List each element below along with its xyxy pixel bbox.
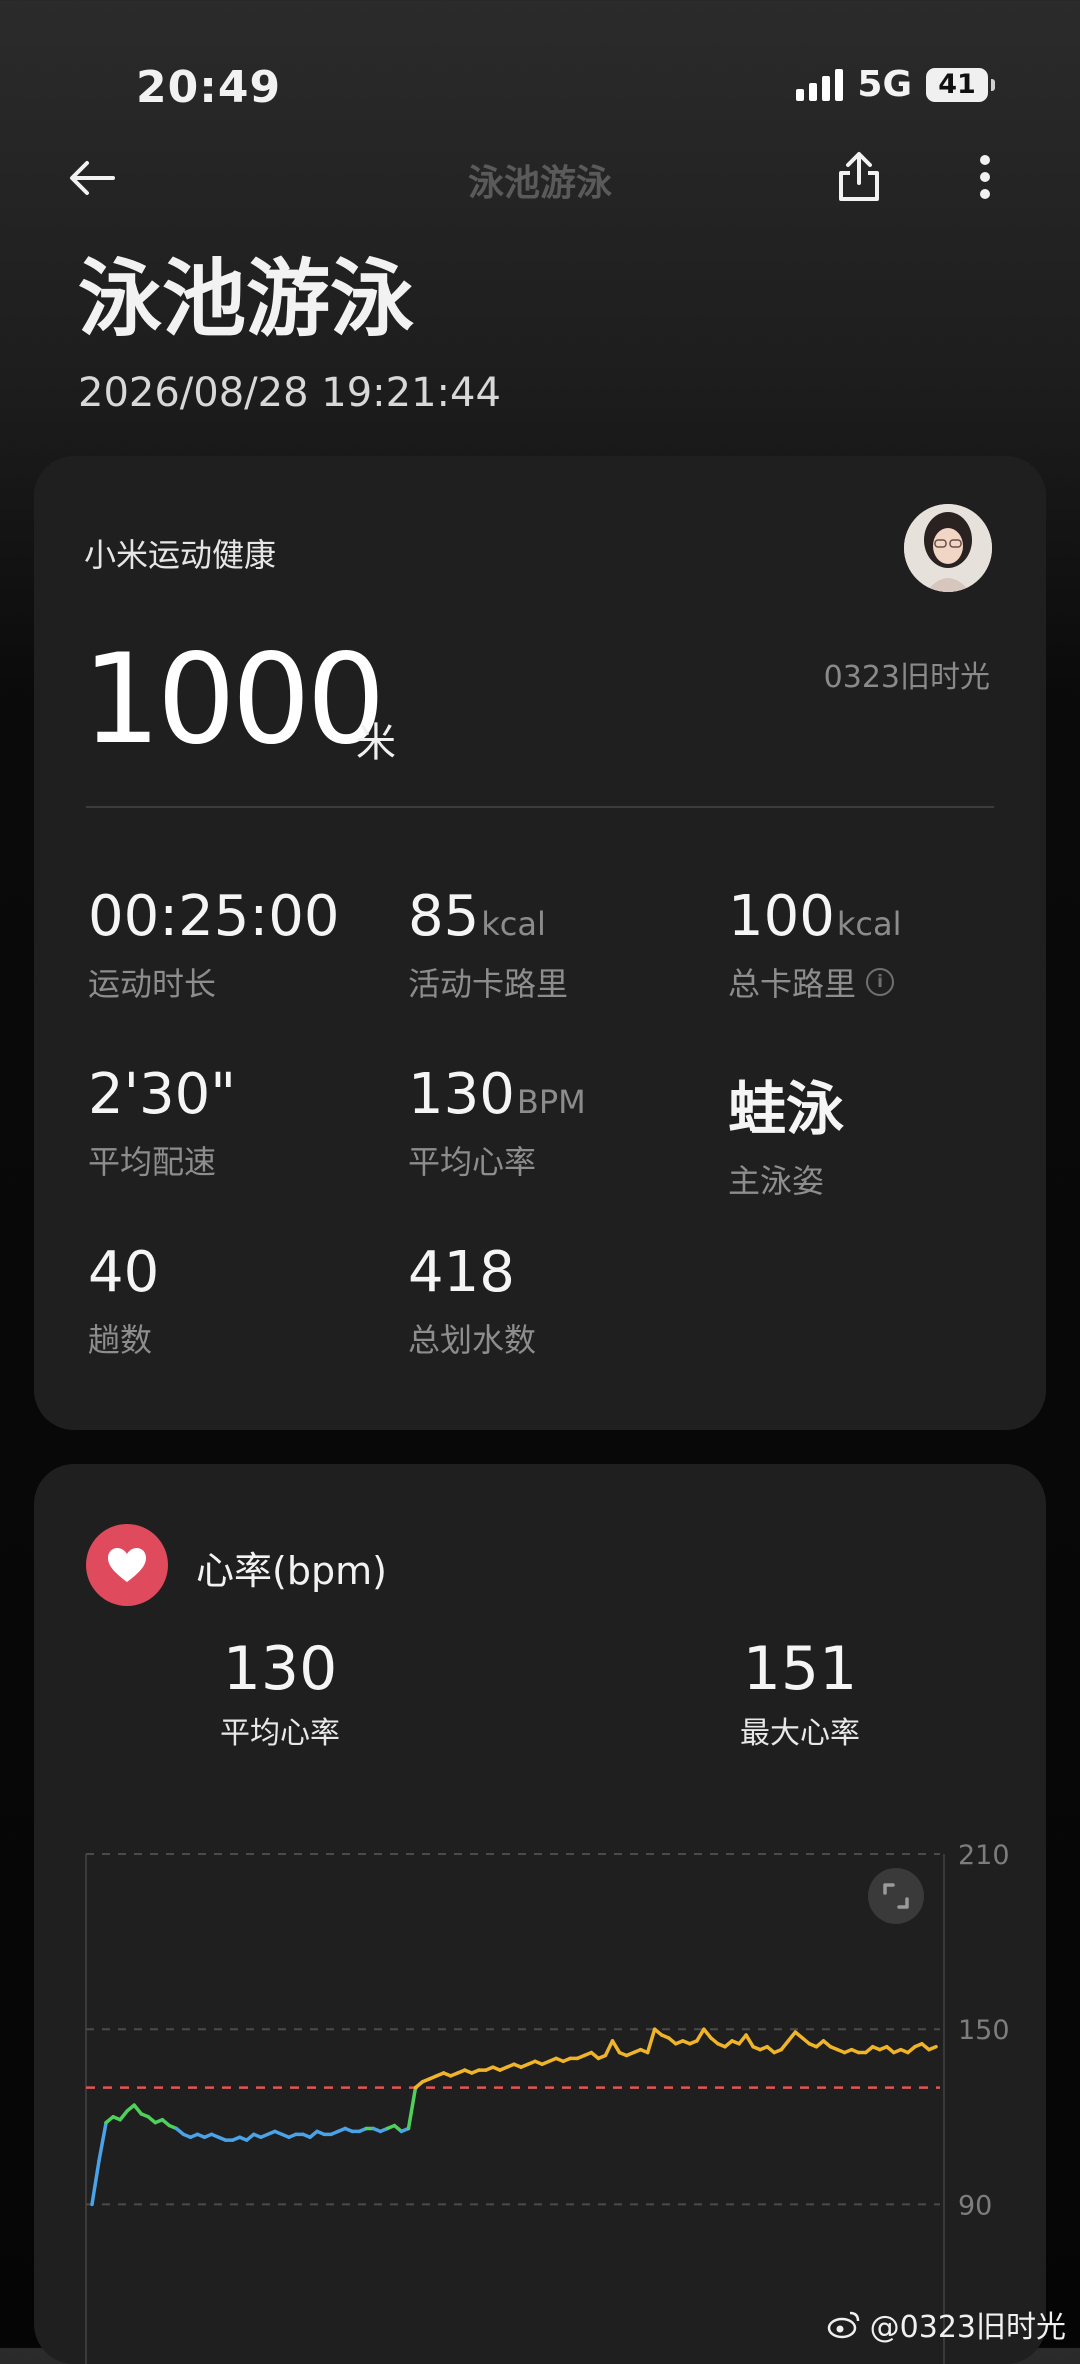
stat-active-calories: 85kcal 活动卡路里 xyxy=(408,884,708,1005)
watermark-text: @0323旧时光 xyxy=(869,2310,1066,2345)
heart-rate-card: 心率(bpm) 130 平均心率 151 最大心率 210 150 90 xyxy=(34,1464,1046,2364)
stat-value: 2'30" xyxy=(88,1062,237,1127)
signal-icon xyxy=(796,68,844,101)
chart-series-segment xyxy=(695,2027,706,2043)
stat-unit: BPM xyxy=(516,1083,586,1121)
stat-main-stroke: 蛙泳 主泳姿 xyxy=(728,1062,1028,1202)
stat-unit: kcal xyxy=(481,905,546,943)
distance-unit: 米 xyxy=(356,720,396,766)
chart-series-segment xyxy=(603,2039,615,2058)
stat-value: 130BPM xyxy=(408,1062,586,1127)
status-indicators: 5G 41 xyxy=(796,64,995,105)
watermark-tag: 0323旧时光 xyxy=(823,660,990,695)
chart-series-segment xyxy=(97,2120,108,2163)
stat-duration: 00:25:00 运动时长 xyxy=(88,884,388,1005)
stat-avg-pace: 2'30" 平均配速 xyxy=(88,1062,388,1183)
chart-tick-label: 150 xyxy=(958,2015,1010,2046)
chart-series-segment xyxy=(610,2039,622,2055)
chart-tick-label: 90 xyxy=(958,2190,992,2221)
app-name: 小米运动健康 xyxy=(84,536,277,574)
stat-label: 活动卡路里 xyxy=(408,965,569,1003)
stat-value: 00:25:00 xyxy=(88,884,340,949)
chart-series-segment xyxy=(927,2044,938,2052)
page-title: 泳池游泳 xyxy=(78,250,415,348)
weibo-icon xyxy=(827,2311,859,2339)
stat-label: 平均配速 xyxy=(88,1143,217,1181)
distance-value: 1000 xyxy=(82,628,386,772)
info-icon[interactable]: i xyxy=(866,968,895,996)
network-type: 5G xyxy=(857,64,912,105)
toolbar-title: 泳池游泳 xyxy=(467,163,612,204)
chart-series-segment xyxy=(406,2085,418,2131)
chart-series-segment xyxy=(744,2033,755,2049)
expand-icon xyxy=(883,1883,909,1909)
share-icon xyxy=(839,152,879,201)
fullscreen-button[interactable] xyxy=(868,1868,924,1924)
stat-value: 418 xyxy=(408,1240,515,1305)
avatar-image xyxy=(904,504,992,592)
summary-card: 小米运动健康 1000 米 0323旧时光 00:25:00 运动时长 85kc… xyxy=(34,456,1046,1430)
more-options-button[interactable] xyxy=(960,144,1010,210)
more-vertical-icon xyxy=(980,155,990,199)
battery-level: 41 xyxy=(938,69,976,100)
stat-laps: 40 趟数 xyxy=(88,1240,388,1361)
status-time: 20:49 xyxy=(136,62,282,113)
bottom-watermark: @0323旧时光 xyxy=(826,2302,1066,2346)
stat-label: 平均心率 xyxy=(408,1143,537,1181)
stat-value: 蛙泳 xyxy=(728,1075,845,1143)
workout-datetime: 2026/08/28 19:21:44 xyxy=(78,370,501,416)
stat-unit: kcal xyxy=(836,905,902,943)
stat-label: 运动时长 xyxy=(88,965,217,1003)
stat-value: 100kcal xyxy=(728,884,902,949)
divider xyxy=(86,806,994,808)
stat-label: 总卡路里 i xyxy=(728,959,1028,1005)
chart-series-segment xyxy=(645,2027,657,2055)
stat-strokes: 418 总划水数 xyxy=(408,1240,708,1361)
chart-tick-label: 210 xyxy=(958,1840,1010,1871)
share-button[interactable] xyxy=(826,144,892,210)
stat-label: 主泳姿 xyxy=(728,1162,825,1200)
stat-label: 总划水数 xyxy=(408,1321,537,1359)
stat-value: 85kcal xyxy=(408,884,546,949)
battery-icon: 41 xyxy=(926,67,995,102)
stat-total-calories: 100kcal 总卡路里 i xyxy=(728,884,1028,1005)
stat-value: 40 xyxy=(88,1240,160,1305)
avatar[interactable] xyxy=(904,504,992,592)
stat-label: 趟数 xyxy=(88,1321,153,1359)
chart-series-segment xyxy=(90,2158,101,2207)
stat-avg-heart-rate: 130BPM 平均心率 xyxy=(408,1062,708,1183)
